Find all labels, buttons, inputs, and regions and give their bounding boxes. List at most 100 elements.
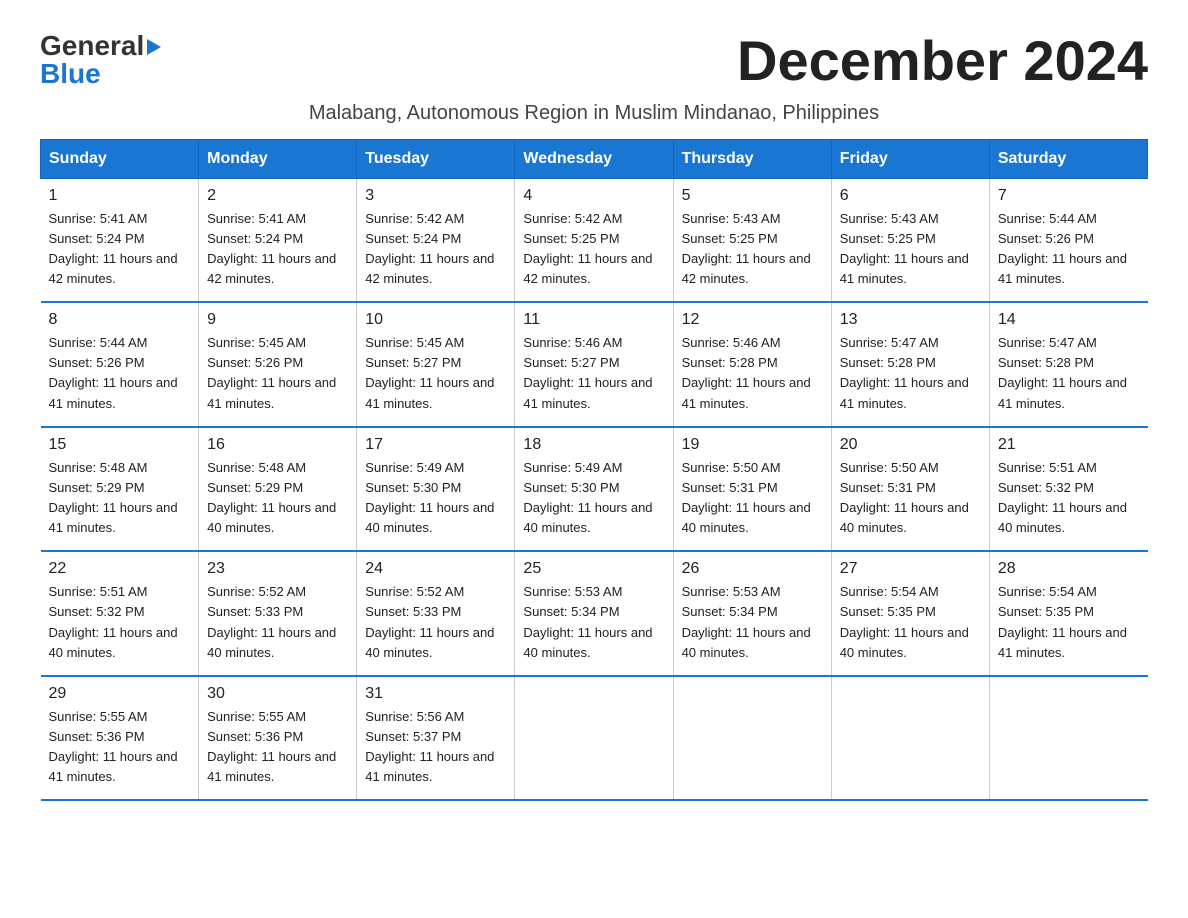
calendar-day-cell: 31Sunrise: 5:56 AMSunset: 5:37 PMDayligh…: [357, 676, 515, 801]
day-info: Sunrise: 5:50 AMSunset: 5:31 PMDaylight:…: [682, 458, 823, 539]
day-info: Sunrise: 5:51 AMSunset: 5:32 PMDaylight:…: [49, 582, 191, 663]
day-info: Sunrise: 5:52 AMSunset: 5:33 PMDaylight:…: [207, 582, 348, 663]
calendar-week-row: 22 Sunrise: 5:51 AMSunset: 5:32 PMDayligh…: [41, 551, 1148, 676]
day-number: 19: [682, 436, 823, 454]
calendar-day-cell: 17 Sunrise: 5:49 AMSunset: 5:30 PMDayligh…: [357, 427, 515, 552]
day-number: 20: [840, 436, 981, 454]
day-info: Sunrise: 5:44 AMSunset: 5:26 PMDaylight:…: [998, 209, 1140, 290]
day-info: Sunrise: 5:49 AMSunset: 5:30 PMDaylight:…: [365, 458, 506, 539]
calendar-day-cell: 9 Sunrise: 5:45 AMSunset: 5:26 PMDaylight…: [199, 302, 357, 427]
day-info: Sunrise: 5:41 AMSunset: 5:24 PMDaylight:…: [207, 209, 348, 290]
day-number: 8: [49, 311, 191, 329]
calendar-day-cell: 18 Sunrise: 5:49 AMSunset: 5:30 PMDayligh…: [515, 427, 673, 552]
day-info: Sunrise: 5:55 AMSunset: 5:36 PMDaylight:…: [49, 707, 191, 788]
title-area: December 2024: [737, 30, 1148, 92]
header-wednesday: Wednesday: [515, 139, 673, 178]
day-number: 6: [840, 187, 981, 205]
day-number: 14: [998, 311, 1140, 329]
calendar-day-cell: 14Sunrise: 5:47 AMSunset: 5:28 PMDayligh…: [989, 302, 1147, 427]
day-info: Sunrise: 5:43 AMSunset: 5:25 PMDaylight:…: [682, 209, 823, 290]
day-number: 15: [49, 436, 191, 454]
header-thursday: Thursday: [673, 139, 831, 178]
day-info: Sunrise: 5:44 AMSunset: 5:26 PMDaylight:…: [49, 333, 191, 414]
day-info: Sunrise: 5:45 AMSunset: 5:27 PMDaylight:…: [365, 333, 506, 414]
day-info: Sunrise: 5:55 AMSunset: 5:36 PMDaylight:…: [207, 707, 348, 788]
day-number: 31: [365, 685, 506, 703]
day-number: 26: [682, 560, 823, 578]
calendar-day-cell: [515, 676, 673, 801]
calendar-header-row: SundayMondayTuesdayWednesdayThursdayFrid…: [41, 139, 1148, 178]
calendar-day-cell: 23 Sunrise: 5:52 AMSunset: 5:33 PMDayligh…: [199, 551, 357, 676]
calendar-day-cell: 29 Sunrise: 5:55 AMSunset: 5:36 PMDayligh…: [41, 676, 199, 801]
day-number: 25: [523, 560, 664, 578]
month-title: December 2024: [737, 30, 1148, 92]
day-info: Sunrise: 5:46 AMSunset: 5:27 PMDaylight:…: [523, 333, 664, 414]
calendar-day-cell: [989, 676, 1147, 801]
day-info: Sunrise: 5:49 AMSunset: 5:30 PMDaylight:…: [523, 458, 664, 539]
calendar-day-cell: 7 Sunrise: 5:44 AMSunset: 5:26 PMDaylight…: [989, 178, 1147, 302]
day-info: Sunrise: 5:48 AMSunset: 5:29 PMDaylight:…: [49, 458, 191, 539]
day-info: Sunrise: 5:51 AMSunset: 5:32 PMDaylight:…: [998, 458, 1140, 539]
day-number: 12: [682, 311, 823, 329]
day-info: Sunrise: 5:46 AMSunset: 5:28 PMDaylight:…: [682, 333, 823, 414]
header-saturday: Saturday: [989, 139, 1147, 178]
day-number: 23: [207, 560, 348, 578]
day-info: Sunrise: 5:53 AMSunset: 5:34 PMDaylight:…: [682, 582, 823, 663]
calendar-week-row: 8 Sunrise: 5:44 AMSunset: 5:26 PMDaylight…: [41, 302, 1148, 427]
calendar-day-cell: 19 Sunrise: 5:50 AMSunset: 5:31 PMDayligh…: [673, 427, 831, 552]
calendar-day-cell: [831, 676, 989, 801]
day-number: 3: [365, 187, 506, 205]
calendar-day-cell: 13Sunrise: 5:47 AMSunset: 5:28 PMDayligh…: [831, 302, 989, 427]
calendar-day-cell: 24Sunrise: 5:52 AMSunset: 5:33 PMDayligh…: [357, 551, 515, 676]
calendar-day-cell: 1 Sunrise: 5:41 AMSunset: 5:24 PMDaylight…: [41, 178, 199, 302]
day-number: 1: [49, 187, 191, 205]
calendar-day-cell: 28 Sunrise: 5:54 AMSunset: 5:35 PMDayligh…: [989, 551, 1147, 676]
day-number: 17: [365, 436, 506, 454]
day-info: Sunrise: 5:43 AMSunset: 5:25 PMDaylight:…: [840, 209, 981, 290]
logo-blue-text: Blue: [40, 58, 101, 90]
day-number: 22: [49, 560, 191, 578]
calendar-day-cell: 16Sunrise: 5:48 AMSunset: 5:29 PMDayligh…: [199, 427, 357, 552]
calendar-day-cell: 4Sunrise: 5:42 AMSunset: 5:25 PMDaylight…: [515, 178, 673, 302]
day-info: Sunrise: 5:41 AMSunset: 5:24 PMDaylight:…: [49, 209, 191, 290]
day-number: 29: [49, 685, 191, 703]
calendar-day-cell: 20 Sunrise: 5:50 AMSunset: 5:31 PMDayligh…: [831, 427, 989, 552]
day-info: Sunrise: 5:50 AMSunset: 5:31 PMDaylight:…: [840, 458, 981, 539]
day-number: 16: [207, 436, 348, 454]
calendar-day-cell: 25Sunrise: 5:53 AMSunset: 5:34 PMDayligh…: [515, 551, 673, 676]
calendar-day-cell: 30 Sunrise: 5:55 AMSunset: 5:36 PMDayligh…: [199, 676, 357, 801]
calendar-day-cell: 21Sunrise: 5:51 AMSunset: 5:32 PMDayligh…: [989, 427, 1147, 552]
calendar-day-cell: 11 Sunrise: 5:46 AMSunset: 5:27 PMDayligh…: [515, 302, 673, 427]
day-number: 30: [207, 685, 348, 703]
calendar-day-cell: 3 Sunrise: 5:42 AMSunset: 5:24 PMDaylight…: [357, 178, 515, 302]
day-number: 7: [998, 187, 1140, 205]
calendar-day-cell: 15 Sunrise: 5:48 AMSunset: 5:29 PMDayligh…: [41, 427, 199, 552]
calendar-day-cell: 2Sunrise: 5:41 AMSunset: 5:24 PMDaylight…: [199, 178, 357, 302]
day-number: 11: [523, 311, 664, 329]
calendar-day-cell: 12 Sunrise: 5:46 AMSunset: 5:28 PMDayligh…: [673, 302, 831, 427]
day-number: 28: [998, 560, 1140, 578]
day-info: Sunrise: 5:42 AMSunset: 5:25 PMDaylight:…: [523, 209, 664, 290]
day-number: 9: [207, 311, 348, 329]
day-info: Sunrise: 5:54 AMSunset: 5:35 PMDaylight:…: [998, 582, 1140, 663]
calendar-day-cell: 5 Sunrise: 5:43 AMSunset: 5:25 PMDaylight…: [673, 178, 831, 302]
day-number: 5: [682, 187, 823, 205]
calendar-week-row: 15 Sunrise: 5:48 AMSunset: 5:29 PMDayligh…: [41, 427, 1148, 552]
subtitle: Malabang, Autonomous Region in Muslim Mi…: [40, 102, 1148, 125]
header: General Blue December 2024: [40, 30, 1148, 92]
calendar-day-cell: 22 Sunrise: 5:51 AMSunset: 5:32 PMDayligh…: [41, 551, 199, 676]
calendar-day-cell: 26 Sunrise: 5:53 AMSunset: 5:34 PMDayligh…: [673, 551, 831, 676]
logo-arrow-icon: [147, 39, 161, 55]
calendar-day-cell: 27Sunrise: 5:54 AMSunset: 5:35 PMDayligh…: [831, 551, 989, 676]
calendar-week-row: 29 Sunrise: 5:55 AMSunset: 5:36 PMDayligh…: [41, 676, 1148, 801]
calendar-day-cell: 6 Sunrise: 5:43 AMSunset: 5:25 PMDaylight…: [831, 178, 989, 302]
calendar-day-cell: [673, 676, 831, 801]
calendar-day-cell: 8 Sunrise: 5:44 AMSunset: 5:26 PMDaylight…: [41, 302, 199, 427]
day-number: 18: [523, 436, 664, 454]
day-number: 13: [840, 311, 981, 329]
calendar-table: SundayMondayTuesdayWednesdayThursdayFrid…: [40, 139, 1148, 802]
day-info: Sunrise: 5:42 AMSunset: 5:24 PMDaylight:…: [365, 209, 506, 290]
header-sunday: Sunday: [41, 139, 199, 178]
day-info: Sunrise: 5:45 AMSunset: 5:26 PMDaylight:…: [207, 333, 348, 414]
logo: General Blue: [40, 30, 161, 90]
